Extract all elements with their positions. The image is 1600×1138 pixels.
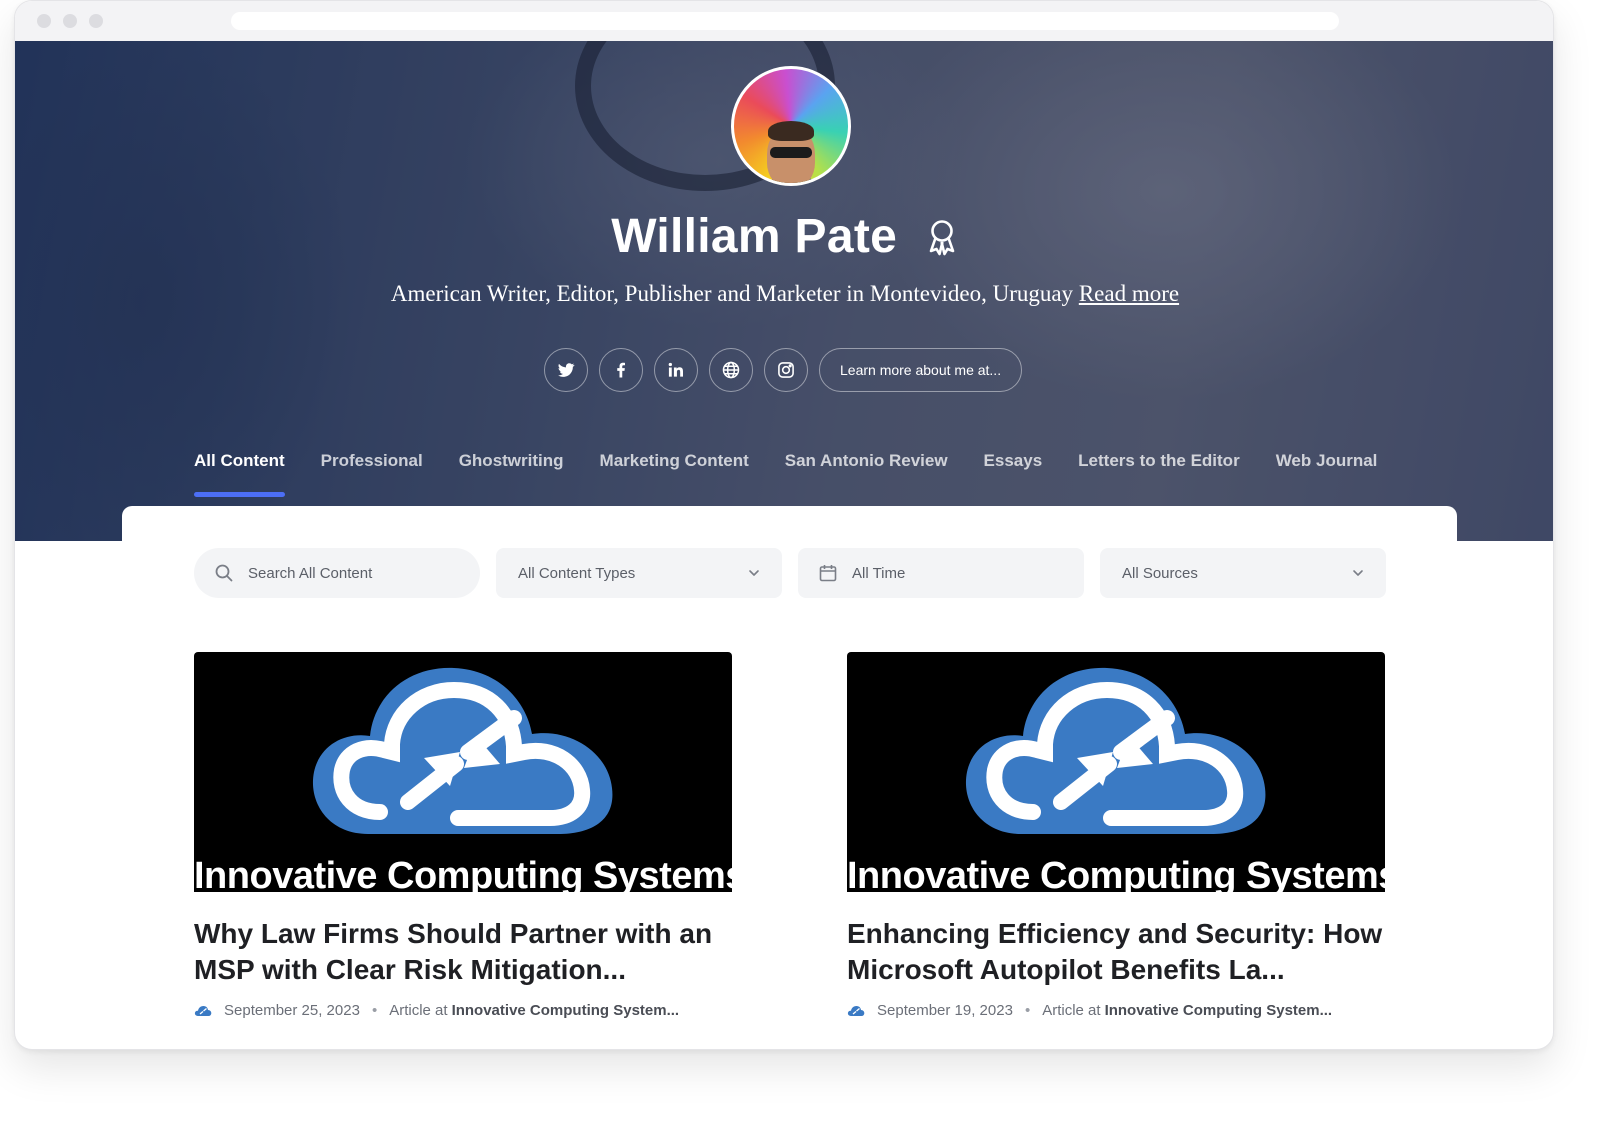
- content-types-dropdown[interactable]: All Content Types: [496, 548, 782, 598]
- chevron-down-icon: [749, 570, 759, 576]
- thumbnail-caption: Innovative Computing Systems: [194, 855, 732, 892]
- sources-value: All Sources: [1122, 564, 1198, 582]
- card-source[interactable]: Innovative Computing System...: [452, 1002, 680, 1019]
- tab-san-antonio-review[interactable]: San Antonio Review: [785, 451, 948, 497]
- cloud-sync-logo-icon: [965, 667, 1266, 834]
- search-icon: [215, 564, 233, 582]
- tab-ghostwriting[interactable]: Ghostwriting: [459, 451, 564, 497]
- website-link[interactable]: [709, 348, 753, 392]
- card-type: Article at: [389, 1002, 448, 1019]
- card-date: September 19, 2023: [877, 1002, 1013, 1019]
- browser-window: William Pate American Writer, Editor, Pu…: [14, 0, 1554, 1050]
- tab-marketing-content[interactable]: Marketing Content: [600, 451, 749, 497]
- linkedin-link[interactable]: [654, 348, 698, 392]
- instagram-link[interactable]: [764, 348, 808, 392]
- card-meta: September 25, 2023 • Article at Innovati…: [194, 1002, 732, 1019]
- instagram-icon: [778, 362, 794, 378]
- tab-professional[interactable]: Professional: [321, 451, 423, 497]
- content-tabs: All Content Professional Ghostwriting Ma…: [194, 451, 1377, 497]
- time-range-picker[interactable]: All Time: [798, 548, 1084, 598]
- card-thumbnail[interactable]: Innovative Computing Systems: [194, 652, 732, 892]
- content-panel: All Content Types All Time All Sources: [122, 506, 1457, 1049]
- card-source[interactable]: Innovative Computing System...: [1105, 1002, 1333, 1019]
- card-title[interactable]: Why Law Firms Should Partner with an MSP…: [194, 916, 732, 988]
- search-input[interactable]: [248, 564, 458, 582]
- read-more-link[interactable]: Read more: [1079, 281, 1179, 306]
- tab-letters-to-the-editor[interactable]: Letters to the Editor: [1078, 451, 1240, 497]
- twitter-link[interactable]: [544, 348, 588, 392]
- meta-separator: •: [371, 1002, 378, 1019]
- card-meta: September 19, 2023 • Article at Innovati…: [847, 1002, 1385, 1019]
- profile-name: William Pate: [15, 209, 1553, 264]
- profile-hero: William Pate American Writer, Editor, Pu…: [15, 41, 1553, 541]
- profile-name-text: William Pate: [611, 210, 898, 263]
- content-card[interactable]: Innovative Computing Systems Why Law Fir…: [194, 652, 732, 1019]
- card-title[interactable]: Enhancing Efficiency and Security: How M…: [847, 916, 1385, 988]
- cloud-source-icon: [847, 1005, 865, 1016]
- sources-dropdown[interactable]: All Sources: [1100, 548, 1386, 598]
- search-box[interactable]: [194, 548, 480, 598]
- profile-bio-text: American Writer, Editor, Publisher and M…: [390, 281, 1074, 306]
- facebook-link[interactable]: [599, 348, 643, 392]
- tab-essays[interactable]: Essays: [984, 451, 1043, 497]
- chevron-down-icon: [1353, 570, 1363, 576]
- award-badge-icon[interactable]: [925, 218, 959, 256]
- card-type: Article at: [1042, 1002, 1101, 1019]
- content-types-value: All Content Types: [518, 564, 636, 582]
- facebook-icon: [617, 362, 625, 378]
- globe-icon: [722, 361, 740, 379]
- tab-all-content[interactable]: All Content: [194, 451, 285, 497]
- card-date: September 25, 2023: [224, 1002, 360, 1019]
- social-links: Learn more about me at...: [544, 348, 1023, 392]
- calendar-icon: [819, 565, 837, 582]
- cloud-source-icon: [194, 1005, 212, 1016]
- card-thumbnail[interactable]: Innovative Computing Systems: [847, 652, 1385, 892]
- profile-bio: American Writer, Editor, Publisher and M…: [15, 281, 1553, 307]
- filter-bar: All Content Types All Time All Sources: [194, 548, 1386, 598]
- window-minimize-dot[interactable]: [63, 14, 77, 28]
- avatar[interactable]: [731, 66, 851, 186]
- address-bar[interactable]: [231, 12, 1339, 30]
- linkedin-icon: [668, 362, 683, 377]
- thumbnail-caption: Innovative Computing Systems: [847, 855, 1385, 892]
- tab-web-journal[interactable]: Web Journal: [1276, 451, 1378, 497]
- window-maximize-dot[interactable]: [89, 14, 103, 28]
- cloud-sync-logo-icon: [312, 667, 613, 834]
- meta-separator: •: [1024, 1002, 1031, 1019]
- learn-more-button[interactable]: Learn more about me at...: [819, 348, 1023, 392]
- browser-chrome: [15, 1, 1553, 41]
- time-range-value: All Time: [852, 564, 906, 582]
- window-close-dot[interactable]: [37, 14, 51, 28]
- content-card[interactable]: Innovative Computing Systems Enhancing E…: [847, 652, 1385, 1019]
- twitter-icon: [558, 363, 575, 377]
